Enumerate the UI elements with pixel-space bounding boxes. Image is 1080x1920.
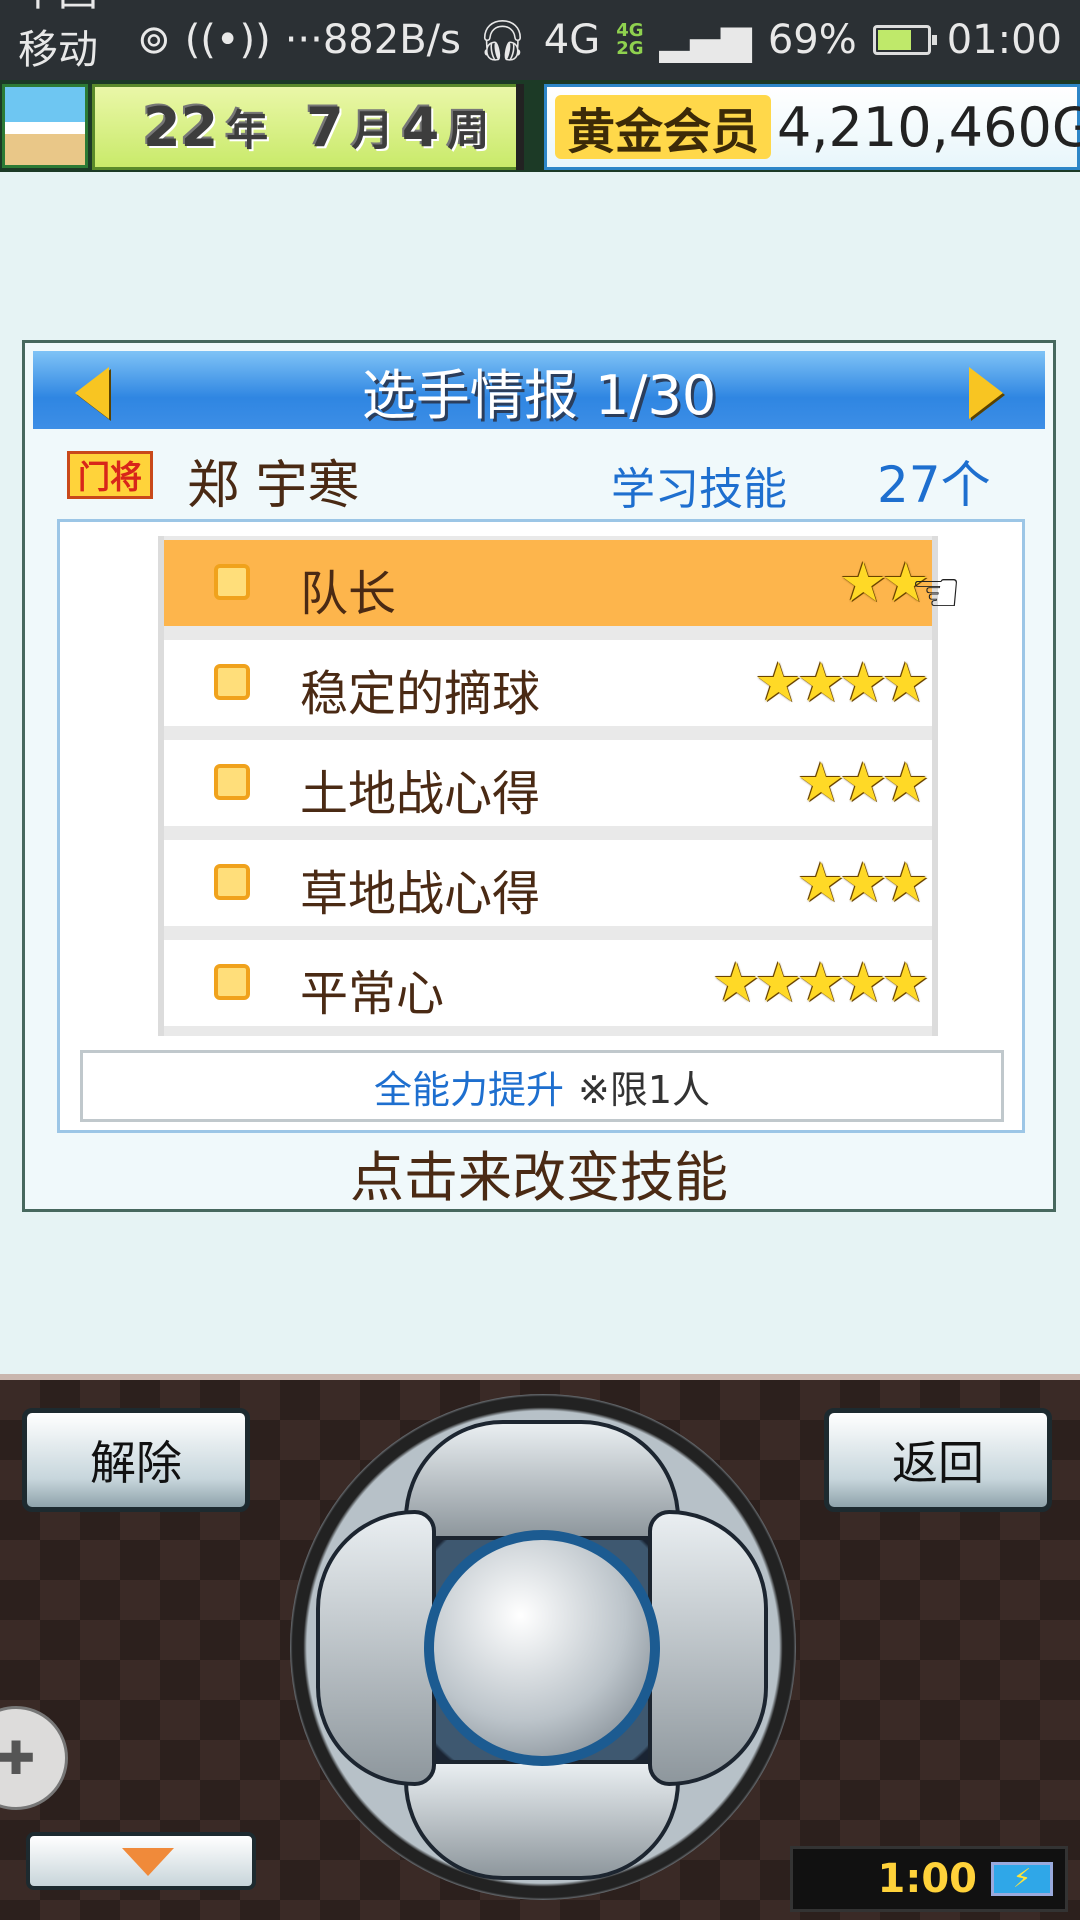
header-divider [516, 84, 524, 170]
more-dots-icon: ··· [284, 17, 323, 63]
hotspot-icon: ⊚ [137, 17, 171, 63]
skill-name: 草地战心得 [300, 866, 541, 922]
skill-name: 平常心 [300, 966, 445, 1022]
wifi-icon: ((•)) [184, 17, 271, 63]
year-unit: 年 [226, 105, 269, 155]
dpad-left-button[interactable] [316, 1510, 436, 1786]
bonus-skill-note: ※限1人 [577, 1067, 711, 1112]
prev-player-arrow-icon[interactable] [75, 367, 109, 419]
net-speed: 882B/s [322, 17, 461, 63]
skill-stars: ★★★ [796, 851, 930, 914]
skill-checkbox[interactable] [214, 964, 250, 1000]
skill-checkbox[interactable] [214, 764, 250, 800]
team-thumbnail[interactable] [2, 84, 88, 168]
skill-row[interactable]: 土地战心得 ★★★ [164, 740, 932, 826]
chevron-down-icon [122, 1848, 174, 1876]
game-clock: 1:00 ⚡ [790, 1846, 1068, 1912]
bonus-skill-row[interactable]: 全能力提升 ※限1人 [80, 1050, 1004, 1122]
release-button[interactable]: 解除 [22, 1408, 250, 1512]
week-unit: 周 [447, 105, 490, 155]
skill-row[interactable]: 稳定的摘球 ★★★★ [164, 640, 932, 726]
panel-title: 选手情报 1/30 [361, 363, 717, 427]
learn-skill-count: 27个 [877, 456, 991, 514]
skill-stars: ★★★★★ [711, 951, 930, 1014]
skill-checkbox[interactable] [214, 864, 250, 900]
signal-badge: 4G 2G [616, 22, 643, 58]
bonus-skill-name: 全能力提升 [373, 1067, 564, 1112]
skill-checkbox[interactable] [214, 664, 250, 700]
signal-badge-bottom: 2G [616, 38, 644, 59]
battery-percent: 69% [767, 17, 857, 63]
skill-row[interactable]: 队长 ★★ [164, 540, 932, 626]
signal-bars-icon: ▂▄▆ [659, 17, 752, 63]
battery-icon [872, 25, 937, 55]
skill-stars: ★★★ [796, 751, 930, 814]
skill-name: 队长 [300, 566, 397, 622]
next-player-arrow-icon[interactable] [969, 367, 1003, 419]
skill-box: 队长 ★★ 稳定的摘球 ★★★★ 土地战心得 ★★★ 草地战心得 ★★★ 平常心 [57, 519, 1025, 1133]
player-name: 郑 宇寒 [187, 456, 360, 516]
status-time: 01:00 [946, 17, 1062, 63]
skill-stars: ★★★★ [754, 651, 930, 714]
money-display: 黄金会员 4,210,460G [544, 84, 1080, 170]
menu-toggle-button[interactable] [26, 1832, 256, 1890]
month-unit: 月 [351, 105, 394, 155]
back-button[interactable]: 返回 [824, 1408, 1052, 1512]
dpad-center-button[interactable] [424, 1530, 660, 1766]
skill-name: 稳定的摘球 [300, 666, 541, 722]
net-type: 4G [543, 17, 601, 63]
headphones-icon: 🎧︎ [476, 17, 528, 64]
date-display: 22 年 7 月 4 周 [92, 84, 522, 170]
week-value: 4 [401, 95, 440, 159]
battery-fill [877, 30, 911, 50]
skill-list: 队长 ★★ 稳定的摘球 ★★★★ 土地战心得 ★★★ 草地战心得 ★★★ 平常心 [158, 536, 938, 1036]
status-bar: 中国移动4G ⊚ ((•)) ··· 882B/s 🎧︎ 4G 4G 2G ▂▄… [0, 0, 1080, 121]
membership-badge[interactable]: 黄金会员 [555, 95, 772, 160]
skill-row[interactable]: 平常心 ★★★★★ [164, 940, 932, 1026]
position-badge: 门将 [67, 451, 153, 499]
skill-row[interactable]: 草地战心得 ★★★ [164, 840, 932, 926]
game-clock-time: 1:00 [877, 1856, 978, 1902]
skill-checkbox[interactable] [214, 564, 250, 600]
money-value: 4,210,460G [777, 95, 1080, 159]
panel-title-bar: 选手情报 1/30 [33, 351, 1045, 429]
dpad-up-button[interactable] [404, 1420, 680, 1540]
skill-name: 土地战心得 [300, 766, 541, 822]
change-skill-hint: 点击来改变技能 [350, 1146, 728, 1209]
hand-pointer-icon: ☜ [910, 558, 962, 626]
month-value: 7 [306, 95, 344, 159]
learn-skill-label: 学习技能 [611, 464, 787, 515]
player-info-panel: 选手情报 1/30 门将 郑 宇寒 学习技能 27个 队长 ★★ 稳定的摘球 ★… [22, 340, 1056, 1212]
year-value: 22 [143, 95, 219, 159]
charging-battery-icon: ⚡ [991, 1862, 1053, 1896]
